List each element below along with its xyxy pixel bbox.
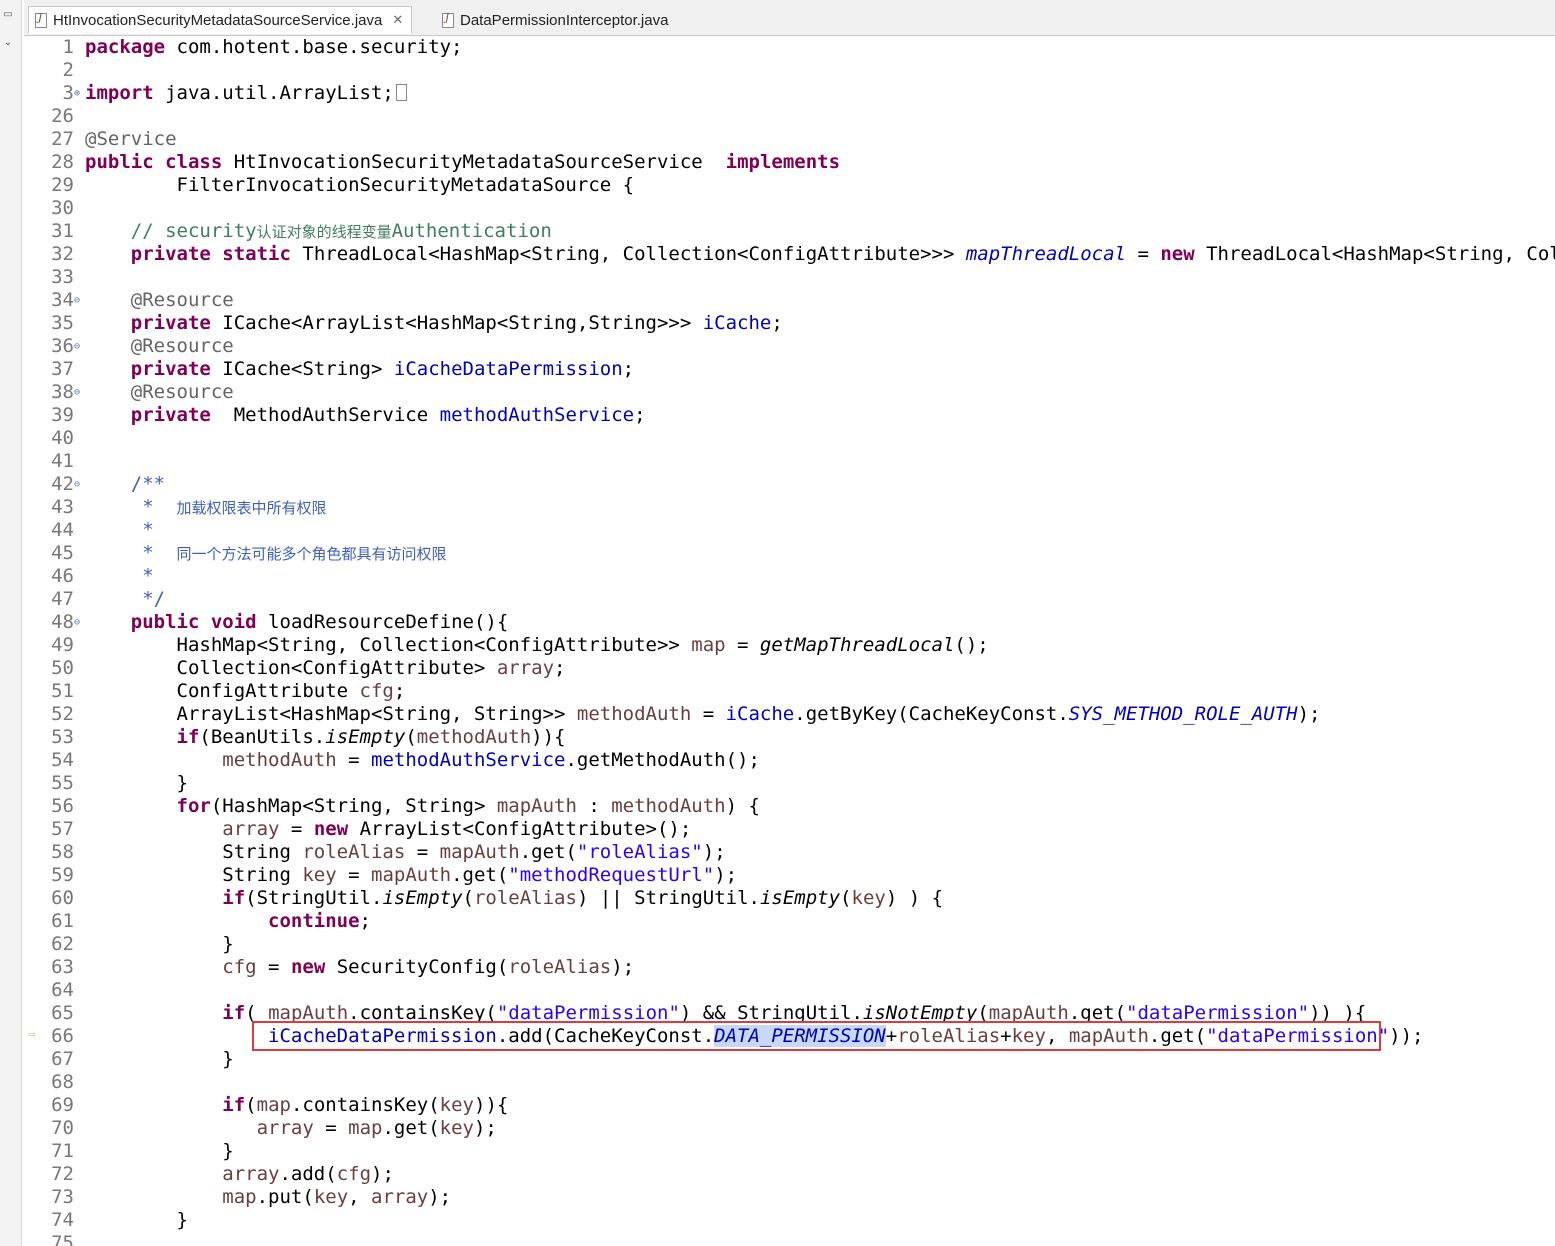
folded-imports-box-icon[interactable]: [395, 84, 407, 101]
code-line: 72 array.add(cfg);: [51, 1163, 394, 1185]
code-line: 73 map.put(key, array);: [51, 1186, 452, 1208]
code-line: 2: [62, 59, 74, 81]
collapse-fold-icon[interactable]: ⊖: [74, 611, 84, 634]
code-line: 37 private ICache<String> iCacheDataPerm…: [51, 358, 635, 380]
code-line: 71 }: [51, 1140, 234, 1162]
close-icon[interactable]: ✕: [392, 12, 403, 28]
code-line: 31 // security认证对象的线程变量Authentication: [51, 220, 552, 242]
tab-data-permission-interceptor[interactable]: DataPermissionInterceptor.java: [436, 6, 676, 34]
code-line: 26: [51, 105, 74, 127]
code-line: 60 if(StringUtil.isEmpty(roleAlias) || S…: [51, 887, 944, 909]
code-line: 70 array = map.get(key);: [51, 1117, 497, 1139]
code-line: 41: [51, 450, 74, 472]
java-file-icon: [442, 12, 454, 28]
left-side-strip: ▭ ⌄: [0, 0, 22, 1246]
code-line: 68: [51, 1071, 74, 1093]
collapse-fold-icon[interactable]: ⊖: [74, 381, 84, 404]
code-line: 43 * 加载权限表中所有权限: [51, 496, 327, 518]
code-line: 39 private MethodAuthService methodAuthS…: [51, 404, 646, 426]
code-line: 65 if( mapAuth.containsKey("dataPermissi…: [51, 1002, 1367, 1024]
code-line: 69 if(map.containsKey(key)){: [51, 1094, 509, 1116]
code-line: 57 array = new ArrayList<ConfigAttribute…: [51, 818, 692, 840]
code-line: 56 for(HashMap<String, String> mapAuth :…: [51, 795, 760, 817]
chevron-down-icon[interactable]: ⌄: [1, 36, 15, 50]
code-line-highlighted: 66 iCacheDataPermission.add(CacheKeyCons…: [51, 1025, 1424, 1047]
code-line: 44 *: [51, 519, 154, 541]
code-line: 32 private static ThreadLocal<HashMap<St…: [51, 243, 1555, 265]
code-line: 62 }: [51, 933, 234, 955]
code-line: 45 * 同一个方法可能多个角色都具有访问权限: [51, 542, 447, 564]
code-line: 61 continue;: [51, 910, 371, 932]
code-line: 40: [51, 427, 74, 449]
code-line: 53 if(BeanUtils.isEmpty(methodAuth)){: [51, 726, 566, 748]
code-line: 52 ArrayList<HashMap<String, String>> me…: [51, 703, 1321, 725]
code-line: 63 cfg = new SecurityConfig(roleAlias);: [51, 956, 635, 978]
annotation-ruler: [24, 36, 40, 1246]
collapse-fold-icon[interactable]: ⊖: [74, 335, 84, 358]
editor-tab-bar: HtInvocationSecurityMetadataSourceServic…: [24, 0, 1555, 36]
code-line: 27 @Service: [51, 128, 177, 150]
code-editor[interactable]: 1 package com.hotent.base.security; 2 3 ⊕ i…: [40, 36, 1555, 1246]
code-line: 49 HashMap<String, Collection<ConfigAttr…: [51, 634, 989, 656]
code-line: 64: [51, 979, 74, 1001]
code-line: 51 ConfigAttribute cfg;: [51, 680, 406, 702]
code-line: 54 methodAuth = methodAuthService.getMet…: [51, 749, 760, 771]
code-line: 35 private ICache<ArrayList<HashMap<Stri…: [51, 312, 783, 334]
tab-label: DataPermissionInterceptor.java: [460, 11, 669, 29]
code-line: 42 ⊖ /**: [51, 473, 166, 496]
minimize-icon[interactable]: ▭: [1, 8, 15, 22]
code-line: 28 public class HtInvocationSecurityMetad…: [51, 151, 841, 173]
code-line: 59 String key = mapAuth.get("methodReque…: [51, 864, 738, 886]
code-line: 3 ⊕ import java.util.ArrayList;: [40, 82, 1555, 105]
java-file-icon: [35, 12, 47, 28]
code-line: 74 }: [51, 1209, 188, 1231]
code-line: 33: [51, 266, 74, 288]
code-line: 67 }: [51, 1048, 234, 1070]
code-line: 58 String roleAlias = mapAuth.get("roleA…: [51, 841, 726, 863]
tab-label: HtInvocationSecurityMetadataSourceServic…: [53, 11, 383, 29]
collapse-fold-icon[interactable]: ⊖: [74, 289, 84, 312]
expand-fold-icon[interactable]: ⊕: [74, 82, 84, 105]
code-line: 36 ⊖ @Resource: [51, 335, 234, 358]
code-line: 47 */: [51, 588, 166, 610]
code-line: 30: [51, 197, 74, 219]
code-line: 46 *: [51, 565, 154, 587]
code-line: 34 ⊖ @Resource: [51, 289, 234, 312]
code-line: 55 }: [51, 772, 188, 794]
code-line: 1 package com.hotent.base.security;: [62, 36, 463, 58]
code-line: 50 Collection<ConfigAttribute> array;: [51, 657, 566, 679]
code-line: 48 ⊖ public void loadResourceDefine(){: [51, 611, 509, 634]
code-line: 75: [51, 1232, 74, 1246]
tab-htinvocation-service[interactable]: HtInvocationSecurityMetadataSourceServic…: [28, 6, 413, 34]
debug-current-line-arrow-icon: ⇨: [28, 1027, 36, 1041]
code-line: 38 ⊖ @Resource: [51, 381, 234, 404]
collapse-fold-icon[interactable]: ⊖: [74, 473, 84, 496]
code-line: 29 FilterInvocationSecurityMetadataSourc…: [51, 174, 635, 196]
